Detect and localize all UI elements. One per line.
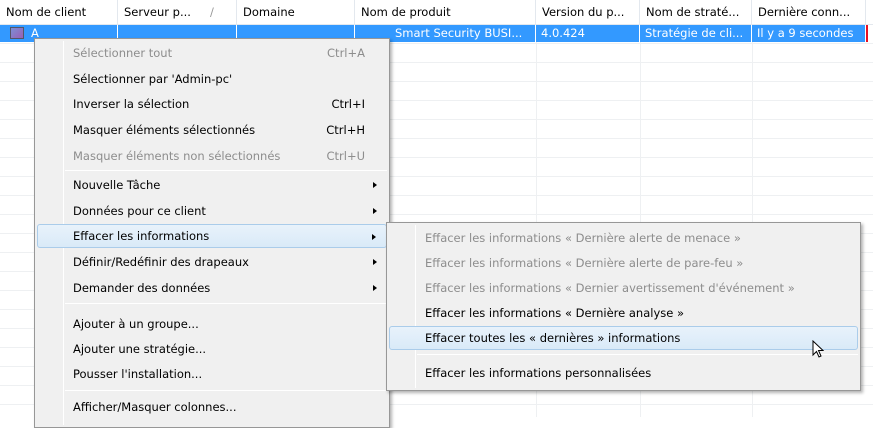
- cell-last-conn: Il y a 9 secondes: [752, 25, 866, 42]
- sort-icon: /: [210, 5, 214, 19]
- menu-add-policy[interactable]: Ajouter une stratégie...: [37, 337, 387, 361]
- col-product[interactable]: Nom de produit: [355, 0, 536, 25]
- column-header: Nom de client Serveur p... / Domaine Nom …: [0, 0, 873, 25]
- menu-hide-selected[interactable]: Masquer éléments sélectionnés Ctrl+H: [37, 118, 387, 142]
- submenu-firewall[interactable]: Effacer les informations « Dernière aler…: [389, 251, 858, 275]
- submenu-arrow-icon: [373, 285, 377, 291]
- col-domain[interactable]: Domaine: [237, 0, 355, 25]
- menu-client-data[interactable]: Données pour ce client: [37, 199, 387, 223]
- col-version[interactable]: Version du p...: [536, 0, 640, 25]
- menu-select-by[interactable]: Sélectionner par 'Admin-pc': [37, 67, 387, 91]
- submenu-clear-all[interactable]: Effacer toutes les « dernières » informa…: [389, 326, 858, 350]
- status-marker: [866, 25, 868, 42]
- col-server[interactable]: Serveur p... /: [118, 0, 237, 25]
- menu-invert[interactable]: Inverser la sélection Ctrl+I: [37, 92, 387, 116]
- col-client[interactable]: Nom de client: [0, 0, 118, 25]
- submenu-arrow-icon: [373, 259, 377, 265]
- submenu-clear-info: Effacer les informations « Dernière aler…: [386, 222, 861, 391]
- menu-select-all[interactable]: Sélectionner tout Ctrl+A: [37, 41, 387, 65]
- menu-add-group[interactable]: Ajouter à un groupe...: [37, 312, 387, 336]
- menu-new-task[interactable]: Nouvelle Tâche: [37, 173, 387, 197]
- submenu-scan[interactable]: Effacer les informations « Dernière anal…: [389, 301, 858, 325]
- submenu-event[interactable]: Effacer les informations « Dernier avert…: [389, 276, 858, 300]
- submenu-arrow-icon: [372, 234, 376, 240]
- menu-request-data[interactable]: Demander des données: [37, 276, 387, 300]
- submenu-arrow-icon: [373, 182, 377, 188]
- menu-separator: [417, 354, 858, 355]
- menu-flags[interactable]: Définir/Redéfinir des drapeaux: [37, 250, 387, 274]
- menu-hide-unselected[interactable]: Masquer éléments non sélectionnés Ctrl+U: [37, 144, 387, 168]
- menu-clear-info[interactable]: Effacer les informations: [37, 224, 387, 248]
- mouse-cursor-icon: [812, 340, 824, 358]
- submenu-arrow-icon: [373, 208, 377, 214]
- computer-icon: [10, 27, 24, 39]
- col-policy[interactable]: Nom de straté...: [640, 0, 752, 25]
- submenu-custom[interactable]: Effacer les informations personnalisées: [389, 361, 858, 385]
- menu-separator: [65, 303, 387, 304]
- col-server-label: Serveur p...: [124, 5, 191, 19]
- menu-separator: [65, 170, 387, 171]
- submenu-threat[interactable]: Effacer les informations « Dernière aler…: [389, 226, 858, 250]
- col-last-conn[interactable]: Dernière conn...: [752, 0, 866, 25]
- context-menu: Sélectionner tout Ctrl+A Sélectionner par…: [34, 38, 390, 428]
- menu-show-hide-columns[interactable]: Afficher/Masquer colonnes...: [37, 395, 387, 419]
- menu-push-install[interactable]: Pousser l'installation...: [37, 362, 387, 386]
- cell-version: 4.0.424: [536, 25, 640, 42]
- menu-separator: [65, 390, 387, 391]
- cell-policy: Stratégie de cli...: [640, 25, 752, 42]
